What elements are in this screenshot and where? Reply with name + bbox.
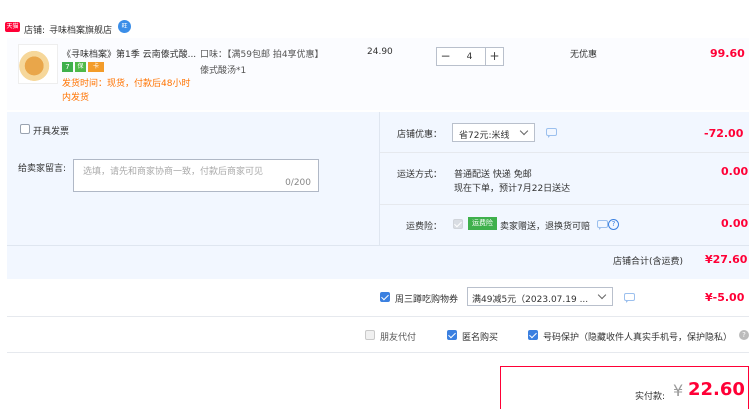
shop-name[interactable]: 寻味档案旗舰店	[49, 23, 112, 36]
insurance-amount: 0.00	[721, 217, 749, 230]
product-thumbnail[interactable]	[18, 44, 58, 84]
shop-label: 店铺:	[24, 26, 46, 36]
service-tag-card: 卡	[88, 62, 104, 72]
number-protect-checkbox[interactable]	[528, 330, 538, 340]
coupon-amount: ¥-5.00	[705, 291, 745, 304]
sku-line-2: 傣式酸汤*1	[200, 66, 247, 76]
insurance-checkbox	[453, 219, 463, 229]
quantity-input[interactable]	[454, 47, 485, 66]
insurance-text: 卖家赠送，退换货可赔	[500, 222, 591, 232]
service-tag-7day: 7	[62, 62, 73, 72]
shop-total-label: 店铺合计(含运费)	[613, 257, 684, 267]
insurance-chat-icon[interactable]	[597, 220, 608, 230]
quantity-plus-button[interactable]: +	[485, 47, 504, 66]
payment-summary-box: 实付款: ¥ 22.60	[500, 366, 749, 409]
unit-price: 24.90	[367, 47, 393, 57]
insurance-label: 运费险：	[406, 222, 443, 232]
help-icon[interactable]: ?	[739, 330, 749, 340]
ship-note-line-2: 内发货	[62, 93, 90, 103]
chevron-down-icon	[519, 126, 529, 136]
coupon-dropdown[interactable]: 满49减5元（2023.07.19 ...	[467, 287, 613, 306]
insurance-badge: 运费险	[468, 217, 497, 230]
delivery-amount: 0.00	[721, 165, 749, 178]
shop-discount-label: 店铺优惠：	[397, 130, 443, 140]
message-placeholder: 选填，请先和商家协商一致，付款后商家可见	[83, 167, 264, 177]
row-divider	[380, 204, 749, 205]
shop-discount-selected: 省72元:米线	[459, 131, 510, 141]
payment-amount: 22.60	[688, 379, 745, 400]
service-tag-guarantee: 保	[75, 62, 86, 72]
coupon-row: 周三蹲吃购物券 满49减5元（2023.07.19 ... ¥-5.00	[7, 282, 749, 316]
panel-divider	[379, 112, 380, 245]
friend-pay-label: 朋友代付	[380, 333, 417, 343]
payment-currency: ¥	[673, 381, 684, 400]
row-divider	[380, 152, 749, 153]
shop-header: 天猫 店铺: 寻味档案旗舰店 旺	[0, 18, 749, 36]
coupon-selected: 满49减5元（2023.07.19 ...	[472, 295, 589, 305]
friend-pay-checkbox[interactable]	[365, 330, 375, 340]
wangwang-chat-icon[interactable]: 旺	[118, 20, 131, 33]
row-divider	[7, 352, 749, 353]
shop-discount-chat-icon[interactable]	[546, 128, 557, 138]
sku-line-1: 口味：【满59包邮 拍4享优惠】	[200, 50, 324, 60]
product-row: 《寻味档案》第1季 云南傣式酸... 7 保 卡 发货时间：现货，付款后48小时…	[7, 38, 749, 110]
shop-total-amount: ¥27.60	[705, 253, 748, 266]
purchase-options-row: 朋友代付 匿名购买 号码保护（隐藏收件人真实手机号，保护隐私） ?	[7, 318, 749, 352]
payment-label: 实付款:	[635, 392, 666, 402]
product-title[interactable]: 《寻味档案》第1季 云南傣式酸...	[62, 47, 207, 60]
shop-discount-dropdown[interactable]: 省72元:米线	[452, 123, 535, 142]
message-textarea[interactable]: 选填，请先和商家协商一致，付款后商家可见 0/200	[73, 159, 319, 192]
row-divider	[7, 316, 749, 317]
row-divider	[7, 245, 749, 246]
delivery-line-2: 现在下单，预计7月22日送达	[454, 184, 571, 194]
message-label: 给卖家留言:	[18, 164, 67, 174]
invoice-label: 开具发票	[33, 127, 70, 137]
product-subtotal: 99.60	[710, 47, 745, 60]
order-options-panel: 开具发票 给卖家留言: 选填，请先和商家协商一致，付款后商家可见 0/200 店…	[7, 112, 749, 279]
chevron-down-icon	[597, 290, 607, 300]
promo-text: 无优惠	[570, 50, 598, 60]
tmall-badge: 天猫	[5, 22, 20, 32]
delivery-line-1: 普通配送 快递 免邮	[454, 170, 532, 180]
anonymous-checkbox[interactable]	[447, 330, 457, 340]
shop-discount-amount: -72.00	[704, 127, 744, 140]
number-protect-label: 号码保护（隐藏收件人真实手机号，保护隐私）	[543, 333, 733, 343]
message-counter: 0/200	[285, 178, 311, 188]
invoice-checkbox[interactable]	[20, 124, 30, 134]
delivery-label: 运送方式：	[397, 170, 443, 180]
ship-note-line-1: 发货时间：现货，付款后48小时	[62, 79, 191, 89]
coupon-chat-icon[interactable]	[624, 293, 635, 303]
coupon-checkbox[interactable]	[380, 292, 390, 302]
coupon-label: 周三蹲吃购物券	[395, 295, 459, 305]
anonymous-label: 匿名购买	[462, 333, 499, 343]
help-icon[interactable]: ?	[608, 219, 619, 230]
quantity-minus-button[interactable]: −	[436, 47, 455, 66]
